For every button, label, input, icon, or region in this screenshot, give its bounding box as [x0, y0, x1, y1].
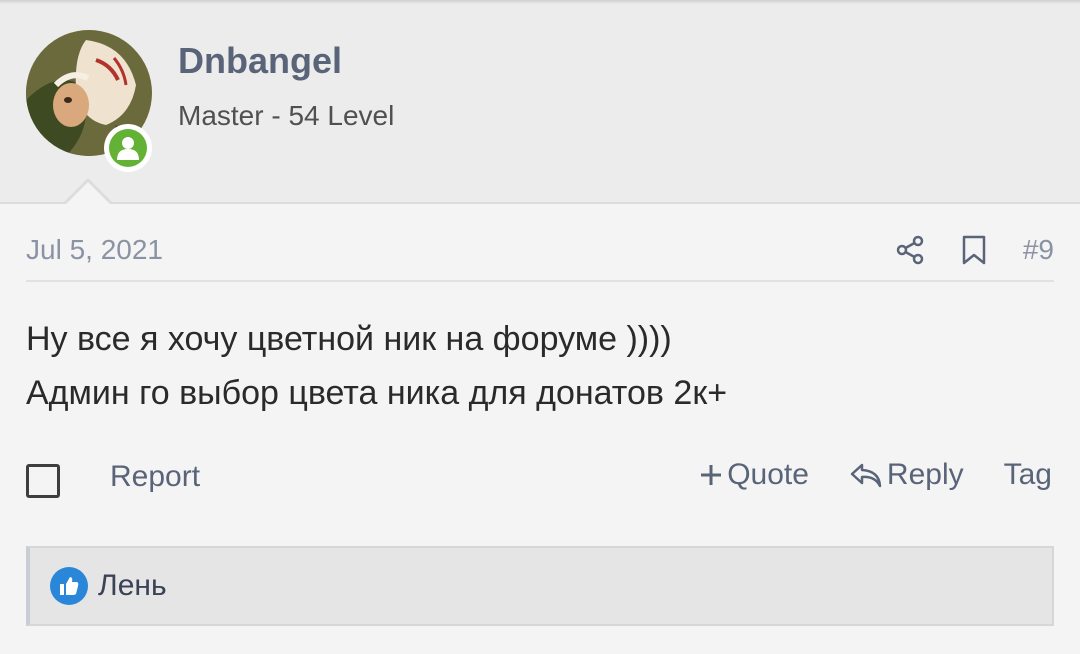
user-title: Master - 54 Level: [178, 100, 395, 131]
thumbs-up-icon: [50, 567, 88, 605]
reply-button[interactable]: Reply: [849, 458, 964, 492]
reactions-bar[interactable]: Лень: [26, 546, 1054, 626]
post-user-header: Dnbangel Master - 54 Level: [0, 4, 1080, 204]
post-message-line: Админ го выбор цвета ника для донатов 2к…: [26, 374, 728, 412]
message-pointer-fill: [66, 182, 110, 204]
quote-button[interactable]: Quote: [699, 458, 809, 492]
plus-icon: [701, 465, 722, 485]
post-message-line: Ну все я хочу цветной ник на форуме )))): [26, 320, 672, 358]
reaction-user-link[interactable]: Лень: [98, 569, 167, 603]
post-date-link[interactable]: Jul 5, 2021: [26, 234, 163, 266]
post-message-body: Ну все я хочу цветной ник на форуме ))))…: [26, 312, 1054, 420]
quote-label: Quote: [727, 458, 809, 491]
report-link[interactable]: Report: [110, 460, 200, 494]
reply-arrow-icon: [850, 463, 882, 488]
share-icon[interactable]: [895, 235, 925, 265]
reply-label: Reply: [886, 458, 964, 491]
post-actions-bar: Report Quote Reply Tag: [26, 456, 1054, 510]
online-status-badge: [104, 124, 152, 172]
post-action-links: Quote Reply Tag: [699, 458, 1052, 492]
bookmark-icon[interactable]: [959, 235, 989, 265]
tag-label: Tag: [1003, 458, 1052, 491]
username-link[interactable]: Dnbangel: [178, 40, 342, 82]
tag-button[interactable]: Tag: [1004, 458, 1052, 492]
select-post-checkbox[interactable]: [26, 464, 60, 498]
post-header-divider: [26, 280, 1054, 282]
online-user-icon: [109, 129, 147, 167]
post-permalink-number[interactable]: #9: [1023, 234, 1054, 266]
post-tools: #9: [895, 228, 1054, 272]
